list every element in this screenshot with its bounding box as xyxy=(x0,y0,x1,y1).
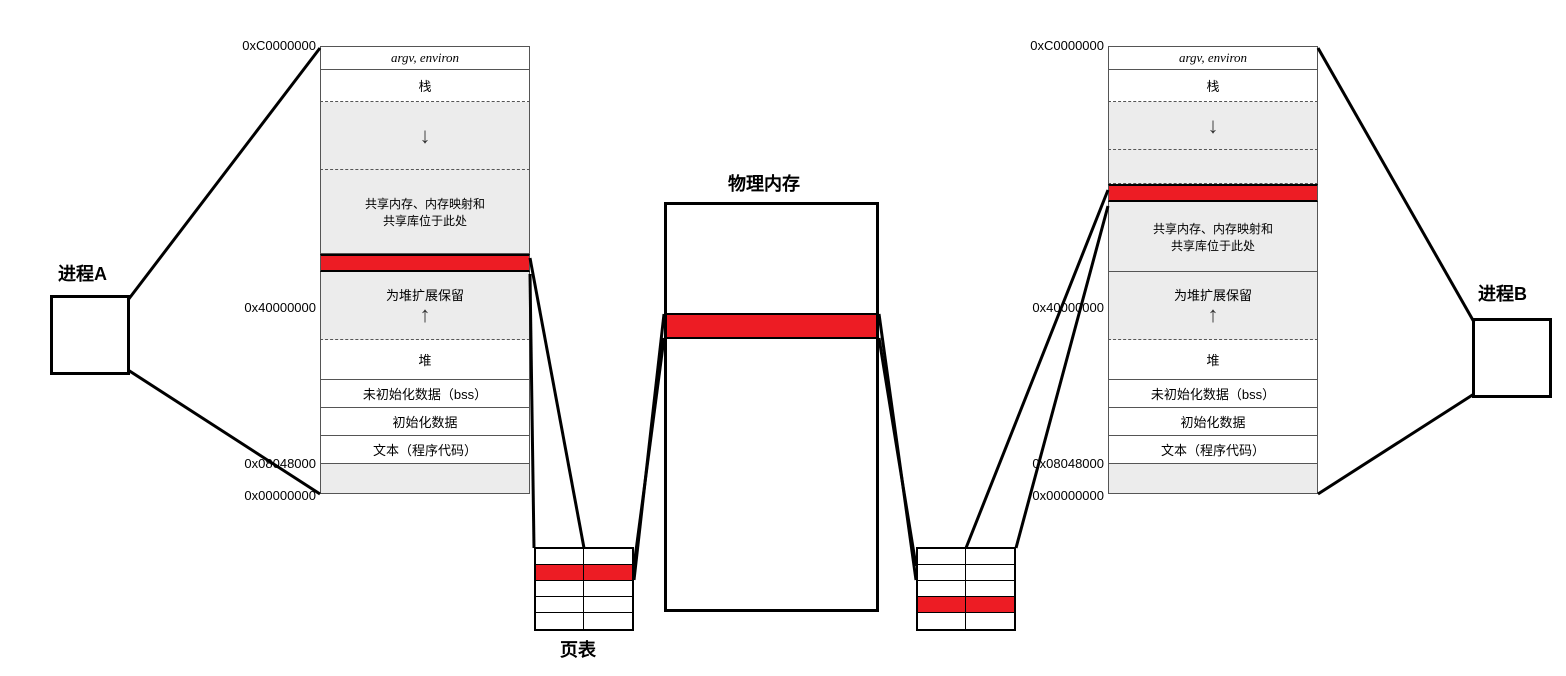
page-table-b-entry-shared xyxy=(918,597,1014,613)
seg-argv: argv, environ xyxy=(320,46,530,70)
seg-mmap-b: 共享内存、内存映射和 共享库位于此处 xyxy=(1108,202,1318,272)
seg-stack-grow: ↓ xyxy=(320,102,530,170)
process-b-box xyxy=(1472,318,1552,398)
seg-mmap: 共享内存、内存映射和 共享库位于此处 xyxy=(320,170,530,254)
seg-bss: 未初始化数据（bss） xyxy=(320,380,530,408)
seg-stack-b: 栈 xyxy=(1108,70,1318,102)
seg-shared-a xyxy=(320,254,530,272)
seg-text: 文本（程序代码） xyxy=(320,436,530,464)
seg-heap-reserve-b: 为堆扩展保留 ↑ xyxy=(1108,272,1318,340)
physical-memory-label: 物理内存 xyxy=(728,170,800,196)
page-table-b xyxy=(916,547,1016,631)
page-table-a-entry-shared xyxy=(536,565,632,581)
seg-stack: 栈 xyxy=(320,70,530,102)
seg-heap: 堆 xyxy=(320,340,530,380)
seg-data-b: 初始化数据 xyxy=(1108,408,1318,436)
seg-shared-b xyxy=(1108,184,1318,202)
seg-heap-b: 堆 xyxy=(1108,340,1318,380)
addr-b-mid: 0x40000000 xyxy=(1030,300,1104,315)
seg-mmap-line1: 共享内存、内存映射和 xyxy=(365,195,485,212)
addr-a-textbase: 0x08048000 xyxy=(242,456,316,471)
seg-text-b: 文本（程序代码） xyxy=(1108,436,1318,464)
addr-b-zero: 0x00000000 xyxy=(1030,488,1104,503)
seg-mmap-b-line1: 共享内存、内存映射和 xyxy=(1153,220,1273,237)
physical-memory-shared-region xyxy=(667,313,876,339)
addr-b-top: 0xC0000000 xyxy=(1030,38,1104,53)
seg-mmap-line2: 共享库位于此处 xyxy=(383,212,467,229)
memory-layout-a: argv, environ 栈 ↓ 共享内存、内存映射和 共享库位于此处 为堆扩… xyxy=(320,46,530,494)
addr-a-zero: 0x00000000 xyxy=(242,488,316,503)
page-table-label: 页表 xyxy=(560,636,596,662)
seg-data: 初始化数据 xyxy=(320,408,530,436)
seg-bss-b: 未初始化数据（bss） xyxy=(1108,380,1318,408)
addr-b-textbase: 0x08048000 xyxy=(1030,456,1104,471)
seg-gap-b xyxy=(1108,150,1318,184)
seg-argv-b: argv, environ xyxy=(1108,46,1318,70)
seg-stack-grow-b: ↓ xyxy=(1108,102,1318,150)
process-b-label: 进程B xyxy=(1478,280,1527,306)
seg-null xyxy=(320,464,530,494)
process-a-label: 进程A xyxy=(58,260,107,286)
addr-a-mid: 0x40000000 xyxy=(242,300,316,315)
seg-heap-reserve: 为堆扩展保留 ↑ xyxy=(320,272,530,340)
process-a-box xyxy=(50,295,130,375)
addr-a-top: 0xC0000000 xyxy=(242,38,316,53)
page-table-a xyxy=(534,547,634,631)
physical-memory-box xyxy=(664,202,879,612)
memory-layout-b: argv, environ 栈 ↓ 共享内存、内存映射和 共享库位于此处 为堆扩… xyxy=(1108,46,1318,494)
seg-null-b xyxy=(1108,464,1318,494)
seg-mmap-b-line2: 共享库位于此处 xyxy=(1171,237,1255,254)
